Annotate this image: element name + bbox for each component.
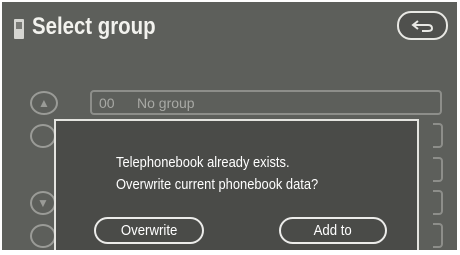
back-arrow-icon [410,19,436,33]
group-row[interactable] [433,157,443,182]
group-row[interactable]: 00 No group [90,90,442,115]
confirm-dialog: Telephonebook already exists. Overwrite … [54,119,419,250]
screen: Select group ▲ ▼ 00 No group Telephonebo… [2,2,457,250]
scroll-page-down-button[interactable] [30,224,56,248]
scroll-page-up-button[interactable] [30,124,56,148]
add-to-button-label: Add to [313,222,353,239]
group-row[interactable] [433,190,443,215]
phonebook-icon [14,19,24,39]
back-button[interactable] [397,11,448,40]
dialog-message-line2: Overwrite current phonebook data? [116,176,319,193]
scroll-down-icon: ▼ [37,196,49,210]
dialog-message-line1: Telephonebook already exists. [116,154,290,171]
overwrite-button[interactable]: Overwrite [94,217,204,244]
group-number: 00 [99,94,115,111]
group-name: No group [137,94,195,111]
scroll-down-button[interactable]: ▼ [30,191,56,215]
group-row[interactable] [433,123,443,148]
scroll-up-icon: ▲ [38,96,50,110]
page-title: Select group [32,13,156,40]
group-row[interactable] [433,223,443,248]
scroll-up-button[interactable]: ▲ [30,91,58,115]
overwrite-button-label: Overwrite [120,222,178,239]
add-to-button[interactable]: Add to [279,217,387,244]
